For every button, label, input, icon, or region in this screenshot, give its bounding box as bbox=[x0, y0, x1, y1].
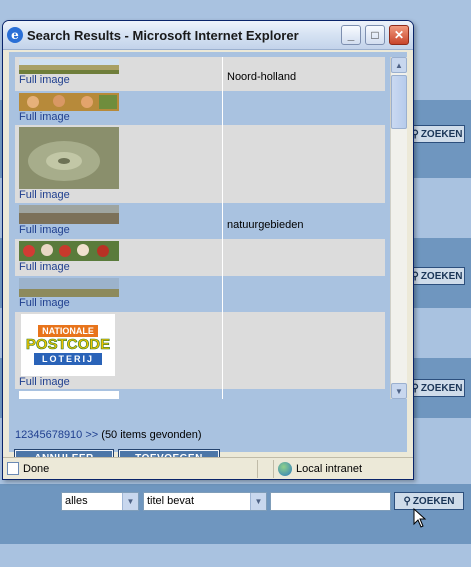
chevron-down-icon: ▼ bbox=[122, 493, 138, 510]
status-left: Done bbox=[3, 459, 258, 478]
status-text: Done bbox=[23, 462, 50, 475]
thumbnail-image[interactable] bbox=[19, 278, 119, 297]
result-caption bbox=[223, 312, 385, 389]
result-count: (50 items gevonden) bbox=[101, 429, 202, 441]
result-row: Full image Noord-holland bbox=[15, 57, 385, 91]
pagination: 12345678910 >> (50 items gevonden) bbox=[15, 429, 202, 441]
mouse-cursor-icon bbox=[413, 508, 427, 528]
field-select[interactable]: titel bevat ▼ bbox=[143, 492, 267, 511]
ie-icon: e bbox=[7, 27, 23, 43]
search-input[interactable] bbox=[270, 492, 391, 511]
full-image-link[interactable]: Full image bbox=[19, 297, 218, 310]
page-links[interactable]: 12345678910 bbox=[15, 429, 82, 441]
full-image-link[interactable]: Full image bbox=[19, 261, 218, 274]
full-image-link[interactable]: Full image bbox=[19, 111, 218, 124]
zoeken-button[interactable]: ⚲ ZOEKEN bbox=[394, 492, 464, 510]
full-image-link[interactable]: Full image bbox=[19, 74, 218, 87]
next-page-link[interactable]: >> bbox=[85, 429, 98, 441]
result-caption bbox=[223, 239, 385, 276]
zone-indicator: Local intranet bbox=[274, 460, 413, 478]
result-caption: Noord-holland bbox=[223, 57, 385, 91]
search-results-window: e Search Results - Microsoft Internet Ex… bbox=[2, 20, 414, 480]
minimize-button[interactable]: _ bbox=[341, 25, 361, 45]
zoeken-button[interactable]: ⚲ ZOEKEN bbox=[409, 379, 465, 397]
globe-icon bbox=[278, 461, 292, 476]
search-icon: ⚲ bbox=[403, 495, 411, 507]
result-row bbox=[15, 389, 385, 399]
page-icon bbox=[7, 462, 19, 475]
result-caption bbox=[223, 276, 385, 312]
postcode-loterij-logo[interactable]: NATIONALE POSTCODE LOTERIJ bbox=[21, 314, 115, 376]
full-image-link[interactable]: Full image bbox=[19, 376, 218, 389]
result-row: Full image bbox=[15, 125, 385, 203]
zoeken-button[interactable]: ⚲ ZOEKEN bbox=[409, 125, 465, 143]
scroll-up-icon[interactable]: ▲ bbox=[391, 57, 407, 73]
result-caption bbox=[223, 91, 385, 125]
close-button[interactable]: ✕ bbox=[389, 25, 409, 45]
result-caption: natuurgebieden bbox=[223, 203, 385, 239]
chevron-down-icon: ▼ bbox=[250, 493, 266, 510]
full-image-link[interactable]: Full image bbox=[19, 224, 218, 237]
window-title: Search Results - Microsoft Internet Expl… bbox=[27, 27, 299, 43]
full-image-link[interactable]: Full image bbox=[19, 189, 218, 202]
result-row: Full image natuurgebieden bbox=[15, 203, 385, 239]
window-content: Full image Noord-holland Full image Full… bbox=[9, 52, 407, 468]
result-row: Full image bbox=[15, 239, 385, 276]
maximize-button[interactable]: □ bbox=[365, 25, 385, 45]
thumbnail-image[interactable] bbox=[19, 205, 119, 224]
background-band bbox=[0, 544, 471, 567]
title-bar[interactable]: e Search Results - Microsoft Internet Ex… bbox=[3, 21, 413, 50]
zoeken-button[interactable]: ⚲ ZOEKEN bbox=[409, 267, 465, 285]
result-row: Full image bbox=[15, 91, 385, 125]
scroll-thumb[interactable] bbox=[391, 75, 407, 129]
result-row: Full image bbox=[15, 276, 385, 312]
scope-select[interactable]: alles ▼ bbox=[61, 492, 139, 511]
thumbnail-image[interactable] bbox=[19, 127, 119, 189]
scroll-down-icon[interactable]: ▼ bbox=[391, 383, 407, 399]
thumbnail-image[interactable] bbox=[19, 93, 119, 111]
result-row: NATIONALE POSTCODE LOTERIJ Full image bbox=[15, 312, 385, 389]
zone-text: Local intranet bbox=[296, 462, 363, 475]
result-caption bbox=[223, 125, 385, 203]
results-list: Full image Noord-holland Full image Full… bbox=[15, 57, 385, 399]
thumbnail-image[interactable] bbox=[19, 59, 119, 74]
vertical-scrollbar[interactable]: ▲ ▼ bbox=[390, 57, 407, 399]
thumbnail-image[interactable] bbox=[19, 241, 119, 261]
status-bar: Done Local intranet bbox=[3, 457, 413, 479]
